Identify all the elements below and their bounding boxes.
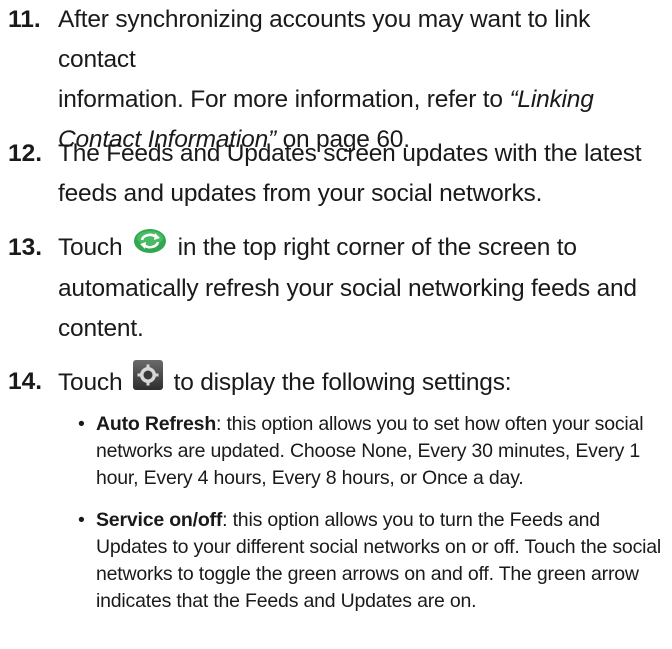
step-text: information. For more information, refer… bbox=[58, 86, 510, 113]
settings-bullet-list: • Auto Refresh: this option allows you t… bbox=[78, 411, 668, 615]
step-13: 13. Touch in the top right corner of the… bbox=[0, 228, 660, 349]
step-text-line: The Feeds and Updates screen updates wit… bbox=[58, 140, 642, 167]
step-text-line: feeds and updates from your social netwo… bbox=[58, 180, 543, 207]
bullet-text: networks are updated. Choose None, Every… bbox=[96, 440, 641, 462]
step-number: 14. bbox=[8, 368, 43, 395]
step-14: 14. Touch to display the following setti… bbox=[0, 360, 660, 405]
settings-gear-icon bbox=[132, 360, 163, 403]
step-text-line: After synchronizing accounts you may wan… bbox=[58, 6, 591, 73]
step-number: 12. bbox=[8, 140, 43, 167]
refresh-icon bbox=[133, 227, 167, 267]
bullet-service-on-off: • Service on/off: this option allows you… bbox=[78, 507, 668, 615]
step-text: Touch bbox=[58, 234, 129, 261]
step-text-line: automatically refresh your social networ… bbox=[58, 274, 637, 302]
cross-reference-link[interactable]: “Linking bbox=[509, 86, 593, 113]
step-text: Touch bbox=[58, 368, 129, 396]
bullet-term: Auto Refresh bbox=[96, 413, 217, 435]
bullet-glyph: • bbox=[78, 509, 85, 531]
step-number: 11. bbox=[8, 6, 41, 33]
bullet-text: indicates that the Feeds and Updates are… bbox=[96, 590, 477, 612]
step-number: 13. bbox=[8, 234, 43, 261]
bullet-text: hour, Every 4 hours, Every 8 hours, or O… bbox=[96, 467, 524, 489]
bullet-glyph: • bbox=[78, 413, 85, 435]
bullet-auto-refresh: • Auto Refresh: this option allows you t… bbox=[78, 411, 668, 492]
bullet-text: : this option allows you to turn the Fee… bbox=[222, 509, 600, 531]
bullet-text: Updates to your different social network… bbox=[96, 536, 662, 558]
bullet-text: : this option allows you to set how ofte… bbox=[216, 413, 644, 435]
step-text: to display the following settings: bbox=[166, 368, 512, 396]
step-text: in the top right corner of the screen to bbox=[170, 234, 577, 261]
step-12: 12. The Feeds and Updates screen updates… bbox=[0, 134, 660, 214]
step-text-line: content. bbox=[58, 314, 144, 342]
bullet-text: networks to toggle the green arrows on a… bbox=[96, 563, 639, 585]
bullet-term: Service on/off bbox=[96, 509, 223, 531]
